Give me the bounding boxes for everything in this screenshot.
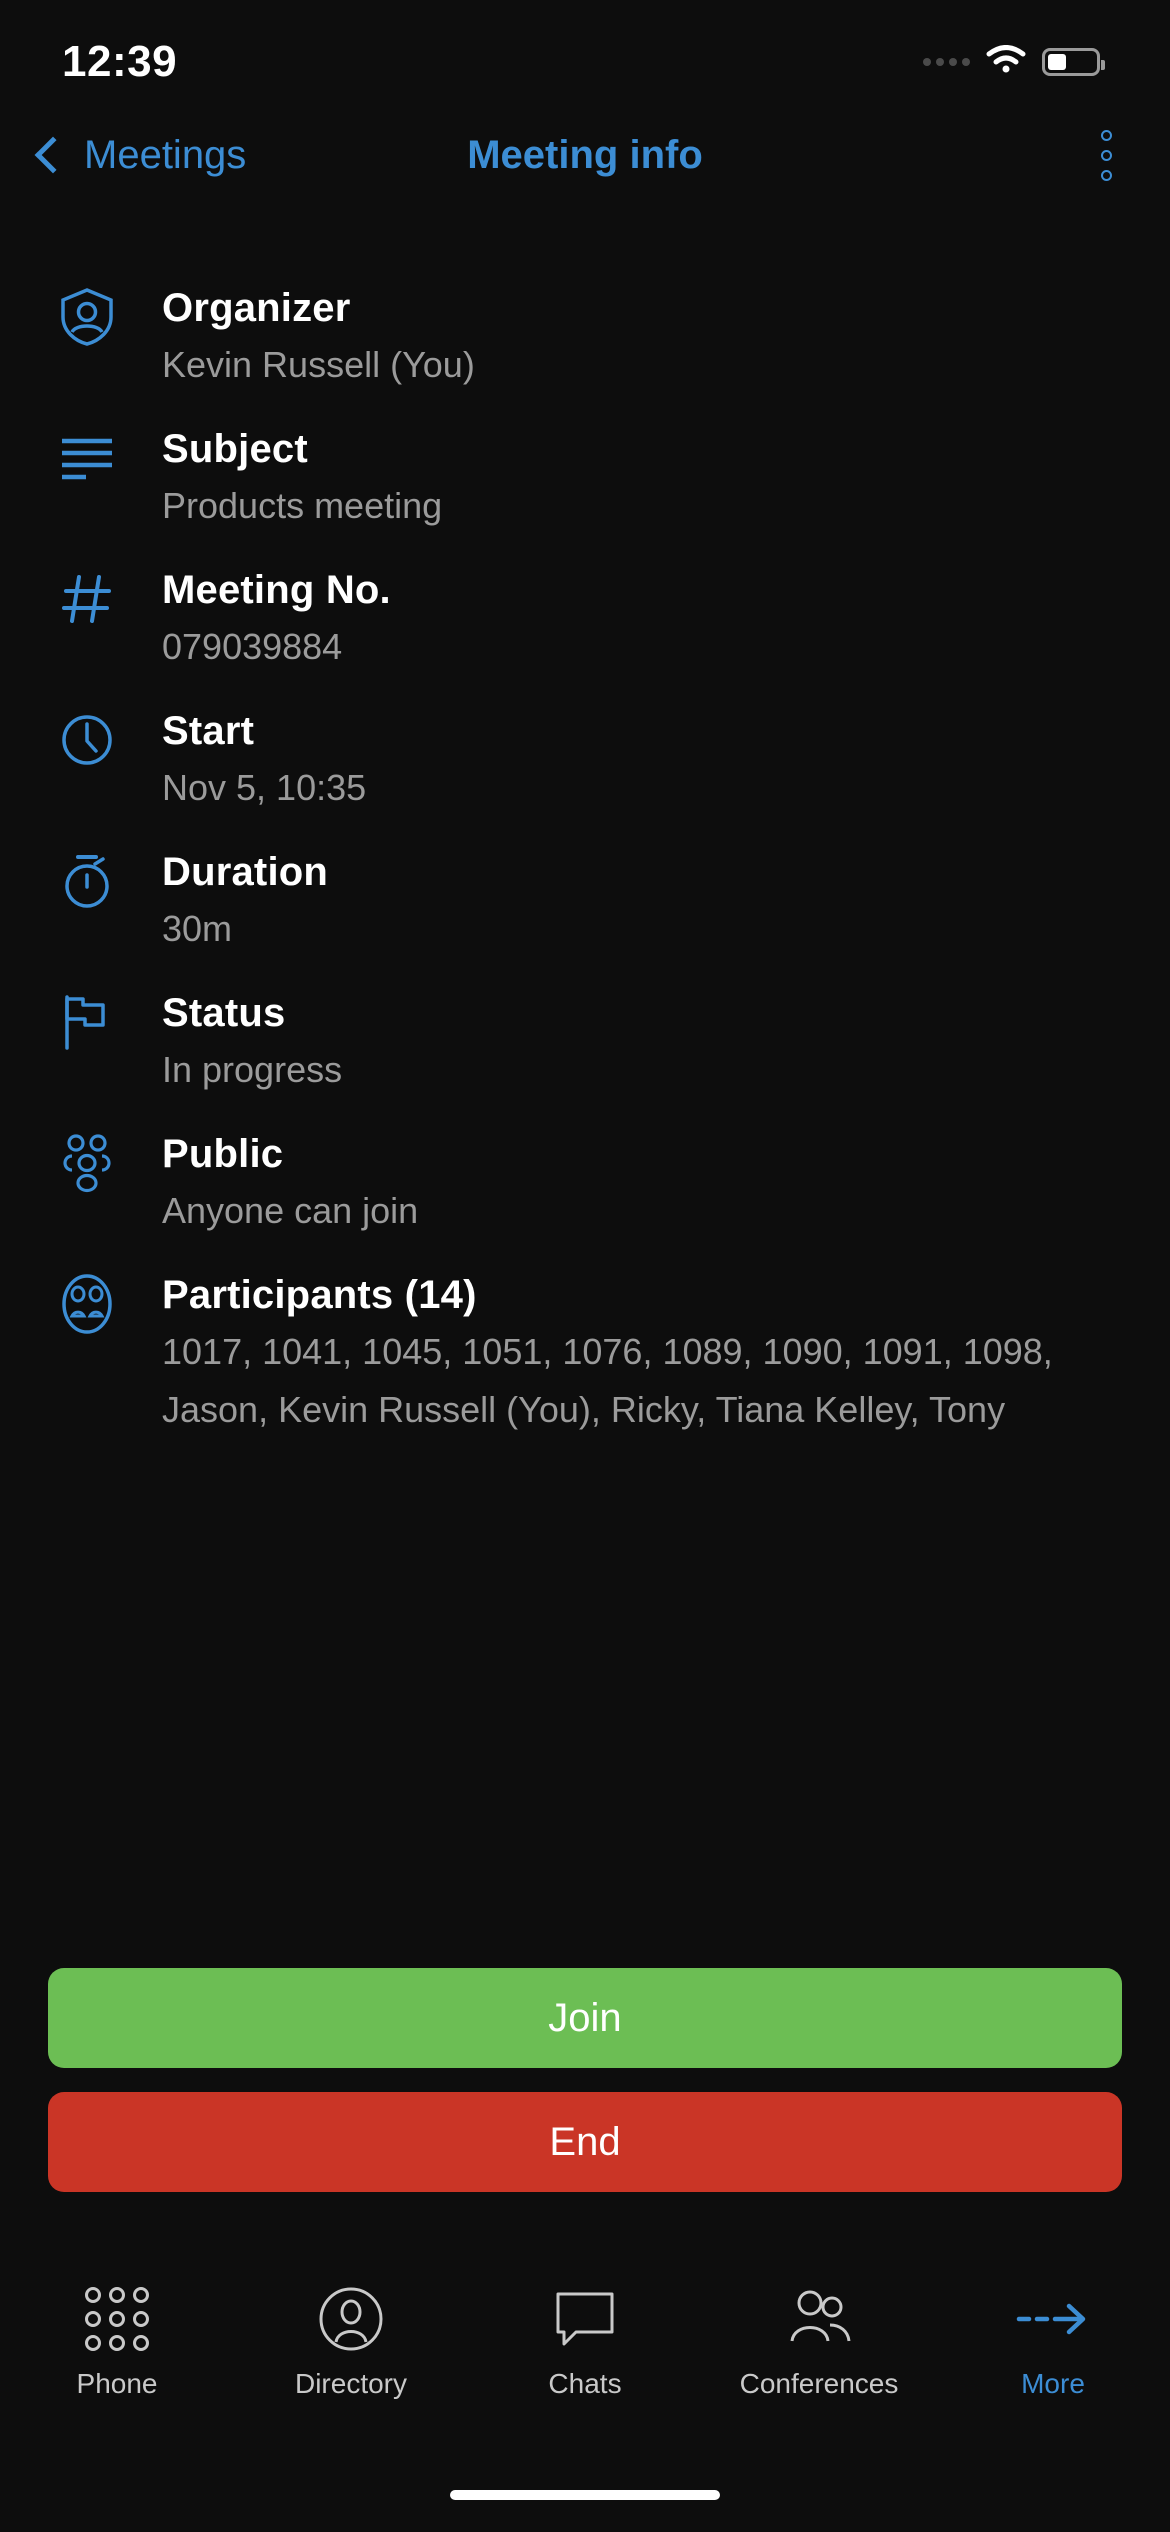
action-buttons: Join End xyxy=(48,1968,1122,2216)
tab-chats[interactable]: Chats xyxy=(468,2282,702,2400)
people-icon xyxy=(782,2282,856,2356)
info-value: 1017, 1041, 1045, 1051, 1076, 1089, 1090… xyxy=(162,1331,1053,1430)
people-group-icon xyxy=(56,1132,118,1194)
clock-icon xyxy=(56,709,118,771)
hash-icon xyxy=(56,568,118,630)
shield-person-icon xyxy=(56,286,118,348)
info-row-subject: Subject Products meeting xyxy=(0,423,1170,534)
info-row-meeting-no: Meeting No. 079039884 xyxy=(0,564,1170,675)
info-label: Public xyxy=(162,1132,284,1176)
signal-dots-icon xyxy=(923,58,970,66)
status-indicators xyxy=(923,44,1105,80)
info-value: 30m xyxy=(162,908,233,949)
text-lines-icon xyxy=(56,427,118,489)
end-button[interactable]: End xyxy=(48,2092,1122,2192)
app-screen: 12:39 Meeting info Meetings Organizer Ke… xyxy=(0,0,1170,2532)
back-button[interactable]: Meetings xyxy=(34,132,247,178)
info-row-organizer: Organizer Kevin Russell (You) xyxy=(0,282,1170,393)
info-value: 079039884 xyxy=(162,626,343,667)
stopwatch-icon xyxy=(56,850,118,912)
person-circle-icon xyxy=(318,2282,384,2356)
info-row-public: Public Anyone can join xyxy=(0,1128,1170,1239)
info-label: Duration xyxy=(162,850,329,894)
info-row-duration: Duration 30m xyxy=(0,846,1170,957)
status-bar: 12:39 xyxy=(0,0,1170,110)
info-value: Kevin Russell (You) xyxy=(162,344,475,385)
tab-label: More xyxy=(1021,2368,1085,2399)
tab-phone[interactable]: Phone xyxy=(0,2282,234,2400)
home-indicator[interactable] xyxy=(450,2490,720,2500)
navigation-bar: Meeting info Meetings xyxy=(0,110,1170,200)
info-value: Anyone can join xyxy=(162,1190,419,1231)
participants-icon xyxy=(56,1273,118,1335)
wifi-icon xyxy=(986,44,1026,80)
tab-label: Directory xyxy=(294,2368,407,2399)
info-row-start: Start Nov 5, 10:35 xyxy=(0,705,1170,816)
flag-icon xyxy=(56,991,118,1053)
info-row-participants: Participants (14) 1017, 1041, 1045, 1051… xyxy=(0,1269,1170,1439)
info-label: Status xyxy=(162,991,286,1035)
info-value: Nov 5, 10:35 xyxy=(162,767,367,808)
status-time: 12:39 xyxy=(62,37,178,86)
tab-label: Conferences xyxy=(739,2368,899,2399)
back-button-label: Meetings xyxy=(84,132,247,177)
info-value: Products meeting xyxy=(162,485,443,526)
tab-conferences[interactable]: Conferences xyxy=(702,2282,936,2400)
info-label: Organizer xyxy=(162,286,351,330)
info-label: Participants (14) xyxy=(162,1273,477,1317)
keypad-icon xyxy=(85,2282,149,2356)
tab-bar: Phone Directory Chats Conferences More xyxy=(0,2268,1170,2448)
battery-icon xyxy=(1042,48,1105,76)
arrow-more-icon xyxy=(1015,2282,1091,2356)
tab-directory[interactable]: Directory xyxy=(234,2282,468,2400)
info-row-status: Status In progress xyxy=(0,987,1170,1098)
info-value: In progress xyxy=(162,1049,343,1090)
join-button[interactable]: Join xyxy=(48,1968,1122,2068)
chevron-left-icon xyxy=(34,136,72,174)
more-vertical-icon[interactable] xyxy=(1101,129,1112,181)
meeting-info-list: Organizer Kevin Russell (You) Subject Pr… xyxy=(0,282,1170,1469)
tab-label: Chats xyxy=(548,2368,622,2399)
info-label: Meeting No. xyxy=(162,568,391,612)
chat-bubble-icon xyxy=(552,2282,618,2356)
tab-more[interactable]: More xyxy=(936,2282,1170,2400)
info-label: Start xyxy=(162,709,255,753)
tab-label: Phone xyxy=(76,2368,158,2399)
info-label: Subject xyxy=(162,427,308,471)
